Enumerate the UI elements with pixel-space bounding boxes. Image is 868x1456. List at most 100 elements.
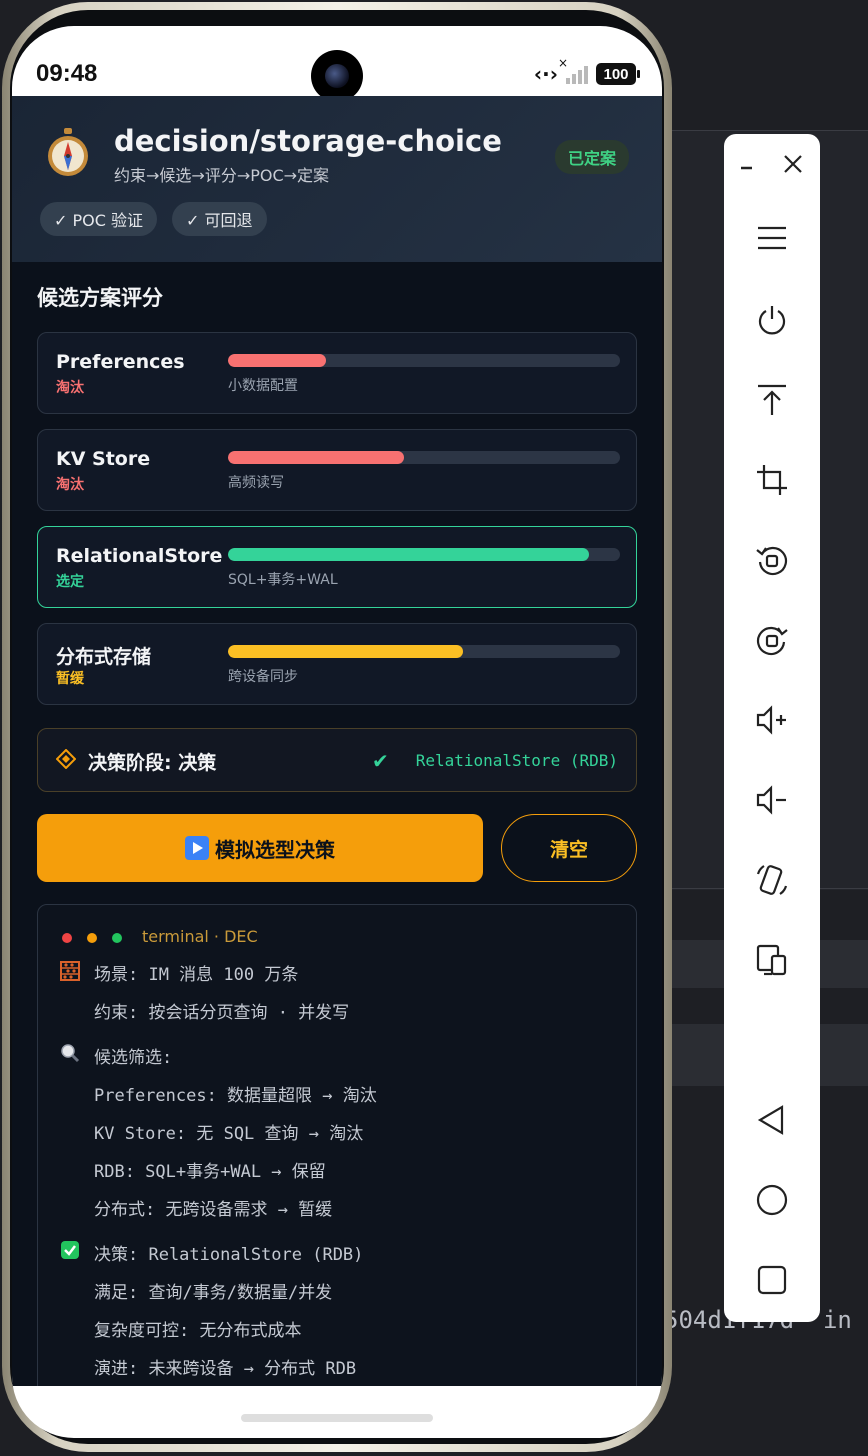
signal-icon: × (558, 56, 588, 84)
camera-cutout (311, 50, 363, 102)
network-icon: ‹·› (533, 62, 558, 86)
pin-top-icon (758, 384, 786, 415)
terminal-maximize-dot (112, 933, 122, 943)
power-icon (758, 306, 786, 335)
terminal-minimize-dot (87, 933, 97, 943)
candidate-card-distributed[interactable]: 分布式存储 暂缓 跨设备同步 (37, 623, 637, 705)
score-bar-fill (228, 645, 464, 658)
volume-down-button[interactable] (744, 772, 800, 828)
close-button[interactable] (768, 136, 818, 192)
score-bar (228, 645, 620, 658)
terminal-line: 决策: RelationalStore (RDB) (94, 1245, 364, 1265)
terminal-line: 满足: 查询/事务/数据量/并发 (94, 1283, 333, 1303)
section-title: 候选方案评分 (37, 286, 163, 310)
page-title: decision/storage-choice (114, 124, 502, 158)
pin-top-button[interactable] (744, 372, 800, 428)
candidate-status: 选定 (56, 574, 84, 590)
terminal-line: 演进: 未来跨设备 → 分布式 RDB (94, 1359, 357, 1379)
home-button[interactable] (744, 1172, 800, 1228)
phase-label: 决策阶段: 决策 (88, 752, 217, 774)
diamond-icon (56, 749, 76, 769)
chip-rollback: ✓ 可回退 (172, 202, 267, 236)
menu-button[interactable] (744, 210, 800, 266)
simulate-decision-button[interactable]: 模拟选型决策 (37, 814, 483, 882)
check-box-icon (61, 1241, 79, 1259)
status-icons: ‹·› × 100 (533, 56, 640, 86)
terminal-line: 约束: 按会话分页查询 · 并发写 (94, 1003, 350, 1023)
terminal-line: 候选筛选: (94, 1048, 173, 1068)
minimize-icon (741, 166, 752, 170)
power-button[interactable] (744, 292, 800, 348)
phase-result: RelationalStore (RDB) (415, 751, 618, 770)
terminal-line: RDB: SQL+事务+WAL → 保留 (94, 1162, 326, 1182)
battery-icon: 100 (596, 63, 640, 85)
candidate-name: Preferences (56, 351, 185, 373)
candidate-name: 分布式存储 (56, 646, 152, 668)
candidate-status: 淘汰 (56, 477, 84, 493)
score-bar (228, 451, 620, 464)
rotate-left-button[interactable] (744, 532, 800, 588)
candidate-card-relationalstore[interactable]: RelationalStore 选定 SQL+事务+WAL (37, 526, 637, 608)
decision-phase-panel: 决策阶段: 决策 ✔ RelationalStore (RDB) (37, 728, 637, 792)
score-bar (228, 548, 620, 561)
candidate-desc: SQL+事务+WAL (228, 572, 338, 588)
chip-poc: ✓ POC 验证 (40, 202, 157, 236)
rotate-left-icon (756, 546, 788, 576)
terminal-line: 分布式: 无跨设备需求 → 暂缓 (94, 1200, 333, 1220)
volume-up-button[interactable] (744, 692, 800, 748)
rotate-device-icon (756, 865, 788, 895)
page-header: decision/storage-choice 约束→候选→评分→POC→定案 … (12, 96, 662, 262)
candidate-name: KV Store (56, 448, 151, 470)
terminal-line: 场景: IM 消息 100 万条 (94, 965, 299, 985)
back-button[interactable] (744, 1092, 800, 1148)
score-bar-fill (228, 451, 405, 464)
play-icon (185, 836, 209, 860)
app-content: decision/storage-choice 约束→候选→评分→POC→定案 … (12, 96, 662, 1386)
rotate-right-button[interactable] (744, 612, 800, 668)
minimize-button[interactable] (726, 138, 770, 194)
candidate-desc: 小数据配置 (228, 378, 298, 394)
candidate-desc: 高频读写 (228, 475, 284, 491)
menu-icon (758, 226, 786, 250)
page-subtitle: 约束→候选→评分→POC→定案 (114, 166, 330, 185)
magnifier-icon (61, 1044, 80, 1063)
home-indicator[interactable] (241, 1414, 433, 1422)
terminal-title: terminal · DEC (142, 927, 258, 946)
candidate-card-kv-store[interactable]: KV Store 淘汰 高频读写 (37, 429, 637, 511)
multi-device-button[interactable] (744, 932, 800, 988)
terminal-close-dot (62, 933, 72, 943)
status-badge: 已定案 (555, 140, 630, 174)
check-icon: ✔ (372, 749, 389, 773)
home-icon (756, 1184, 788, 1216)
volume-up-icon (756, 705, 786, 735)
candidate-name: RelationalStore (56, 545, 223, 567)
compass-icon (48, 128, 88, 176)
volume-down-icon (756, 785, 786, 815)
score-bar-fill (228, 354, 326, 367)
score-bar-fill (228, 548, 589, 561)
multi-device-icon (756, 944, 787, 976)
recents-button[interactable] (744, 1252, 800, 1308)
candidate-desc: 跨设备同步 (228, 669, 298, 685)
rotate-right-icon (756, 626, 788, 656)
terminal-panel: terminal · DEC 场景: IM 消息 100 万条 约束: 按会话分… (37, 904, 637, 1386)
candidate-card-preferences[interactable]: Preferences 淘汰 小数据配置 (37, 332, 637, 414)
crop-icon (757, 465, 787, 495)
clear-button[interactable]: 清空 (501, 814, 637, 882)
candidate-status: 淘汰 (56, 380, 84, 396)
crop-button[interactable] (744, 452, 800, 508)
simulate-decision-label: 模拟选型决策 (215, 837, 335, 862)
back-icon (757, 1105, 784, 1135)
phone-screen: 09:48 ‹·› × 100 decision/storage-choice … (12, 26, 662, 1438)
candidate-status: 暂缓 (56, 671, 84, 687)
status-bar: 09:48 ‹·› × 100 (12, 26, 662, 102)
terminal-line: 复杂度可控: 无分布式成本 (94, 1321, 302, 1341)
terminal-line: Preferences: 数据量超限 → 淘汰 (94, 1086, 377, 1106)
emulator-toolbar (724, 134, 820, 1322)
recents-icon (757, 1265, 787, 1295)
status-time: 09:48 (36, 60, 98, 87)
terminal-line: KV Store: 无 SQL 查询 → 淘汰 (94, 1124, 364, 1144)
rotate-device-button[interactable] (744, 852, 800, 908)
close-icon (784, 155, 802, 173)
score-bar (228, 354, 620, 367)
